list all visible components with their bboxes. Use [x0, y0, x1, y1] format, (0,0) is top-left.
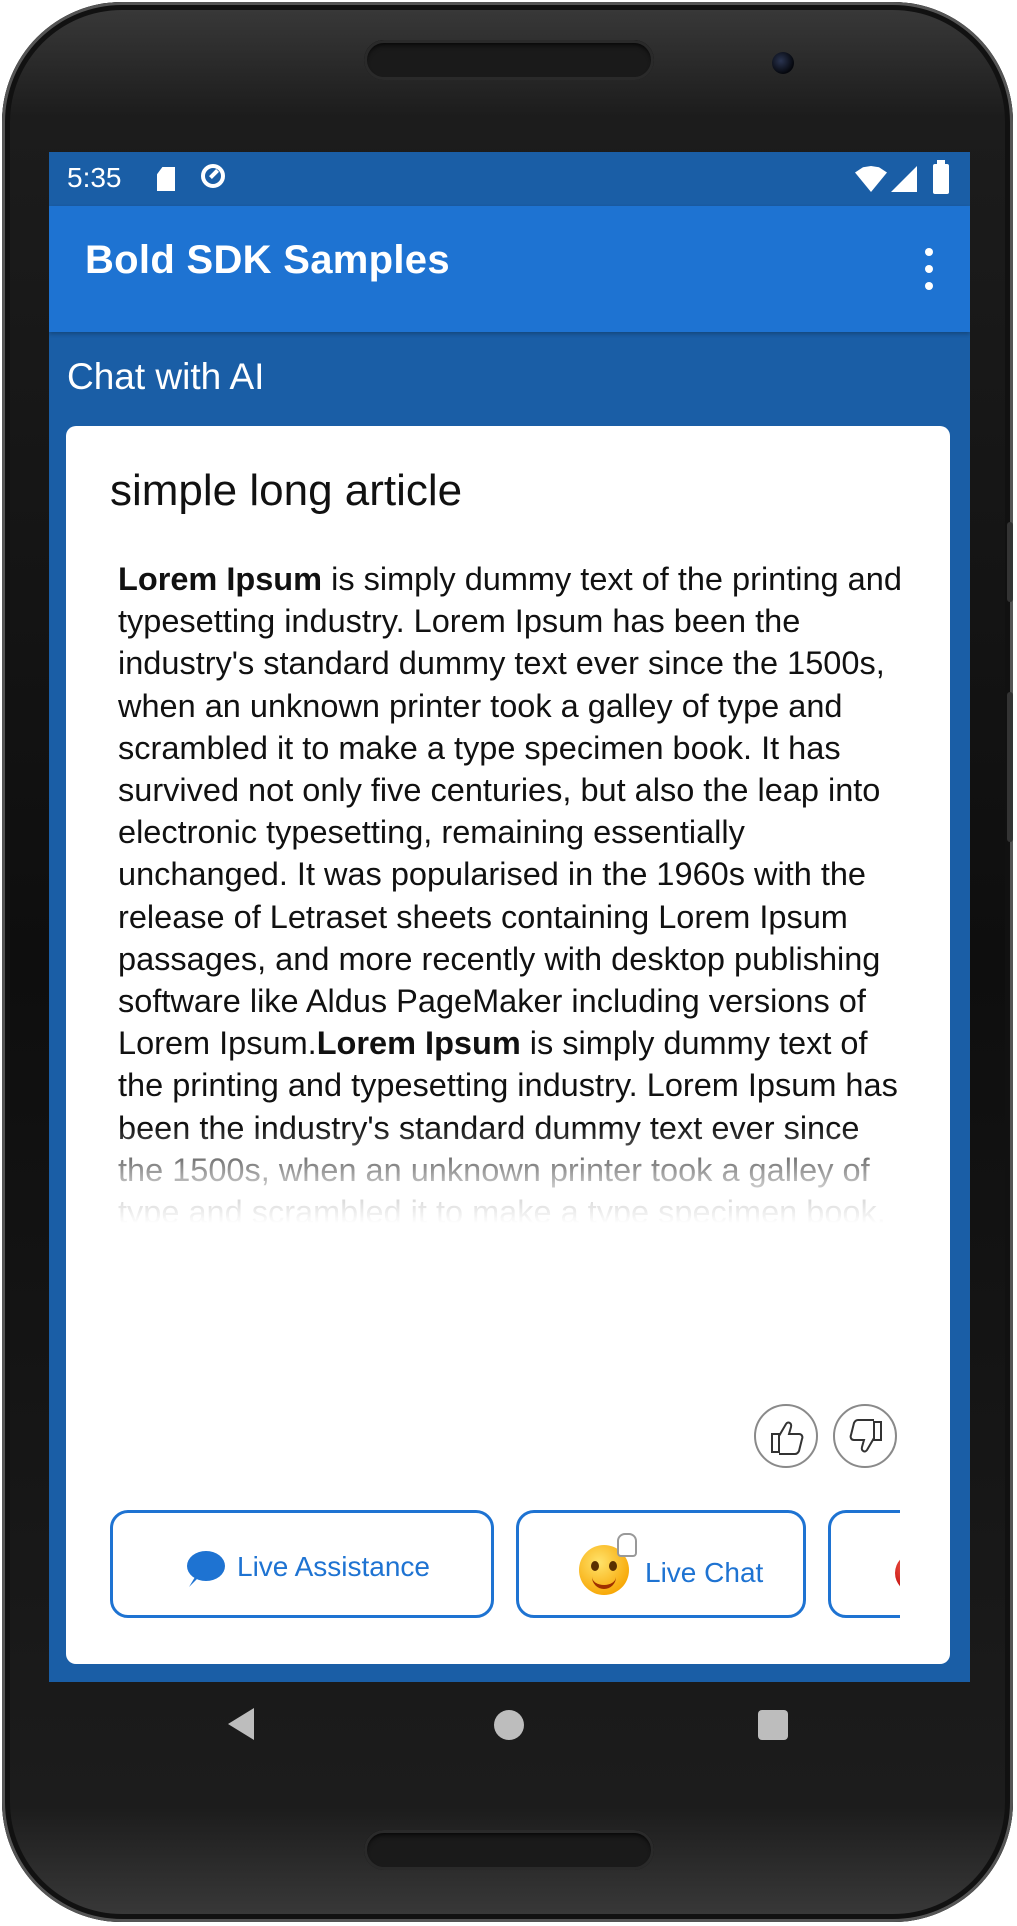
- power-button: [1007, 692, 1013, 842]
- front-camera: [772, 52, 794, 74]
- third-action-button[interactable]: [828, 1510, 900, 1618]
- signal-icon: [891, 166, 917, 192]
- thumbs-up-button[interactable]: [754, 1404, 818, 1468]
- thumbs-up-icon: [771, 1421, 804, 1455]
- live-chat-button[interactable]: Live Chat: [516, 1510, 806, 1618]
- app-bar: Bold SDK Samples: [49, 206, 970, 332]
- waving-hand-icon: [617, 1533, 637, 1557]
- battery-icon: [933, 160, 949, 194]
- back-icon[interactable]: [228, 1708, 254, 1740]
- chat-bubble-icon: [187, 1551, 225, 1581]
- article-bold-term: Lorem Ipsum: [316, 1025, 521, 1062]
- bottom-speaker: [364, 1830, 654, 1870]
- live-assistance-button[interactable]: Live Assistance: [110, 1510, 494, 1618]
- more-vert-icon[interactable]: [924, 248, 934, 290]
- wifi-icon: [855, 166, 887, 192]
- live-assistance-label: Live Assistance: [237, 1551, 430, 1582]
- recents-icon[interactable]: [758, 1710, 788, 1740]
- sync-icon: [201, 164, 225, 188]
- devil-icon: [895, 1553, 900, 1593]
- status-time: 5:35: [67, 162, 122, 193]
- home-icon[interactable]: [494, 1710, 524, 1740]
- sd-card-icon: [157, 167, 175, 191]
- article-card: simple long article Lorem Ipsum is simpl…: [66, 426, 950, 1664]
- section-title: Chat with AI: [67, 356, 265, 397]
- top-speaker: [364, 40, 654, 80]
- article-text: is simply dummy text of the printing and…: [118, 561, 902, 1062]
- thumbs-down-button[interactable]: [833, 1404, 897, 1468]
- article-title: simple long article: [110, 466, 463, 515]
- volume-button: [1007, 522, 1013, 602]
- article-bold-term: Lorem Ipsum: [118, 561, 323, 597]
- status-bar: 5:35: [49, 152, 970, 206]
- screen: 5:35 Bold SDK Samples Chat with AI simpl…: [49, 152, 970, 1682]
- article-fade-overlay: [66, 1126, 950, 1256]
- live-chat-label: Live Chat: [645, 1557, 764, 1588]
- app-title: Bold SDK Samples: [85, 238, 450, 282]
- action-chips: Live Assistance Live Chat: [110, 1506, 900, 1626]
- thumbs-down-icon: [849, 1419, 882, 1453]
